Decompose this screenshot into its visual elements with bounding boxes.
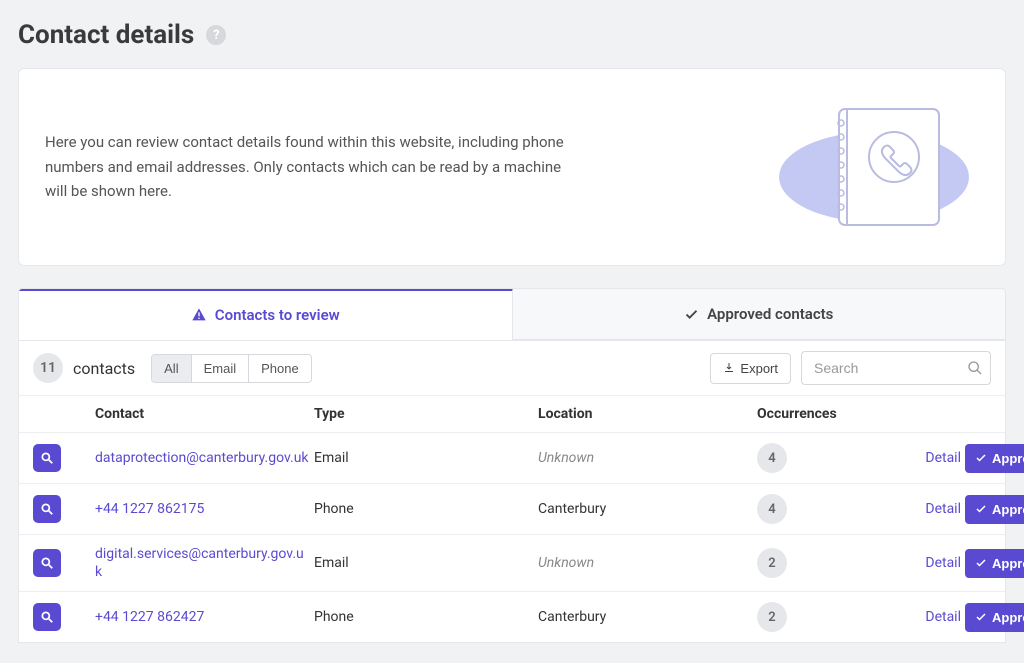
detail-link[interactable]: Detail <box>891 609 961 625</box>
approve-label: Approve <box>992 502 1024 517</box>
contact-book-illustration <box>769 97 979 237</box>
check-icon <box>975 503 987 515</box>
tab-contacts-to-review[interactable]: Contacts to review <box>19 288 513 340</box>
magnifier-icon <box>40 502 54 516</box>
location-cell: Canterbury <box>538 501 753 517</box>
table-row: dataprotection@canterbury.gov.ukEmailUnk… <box>19 432 1005 483</box>
type-cell: Email <box>314 555 534 571</box>
approve-button[interactable]: Approve <box>965 603 1024 632</box>
intro-text: Here you can review contact details foun… <box>45 130 565 204</box>
contact-link[interactable]: digital.services@canterbury.gov.uk <box>95 545 310 581</box>
col-location: Location <box>538 406 753 422</box>
export-button[interactable]: Export <box>710 353 791 384</box>
magnifier-icon <box>40 556 54 570</box>
contacts-label: contacts <box>73 359 135 378</box>
contact-link[interactable]: +44 1227 862427 <box>95 608 310 626</box>
approve-button[interactable]: Approve <box>965 549 1024 578</box>
contact-link[interactable]: dataprotection@canterbury.gov.uk <box>95 449 310 467</box>
occurrences-badge: 4 <box>757 443 787 473</box>
magnifier-icon <box>40 610 54 624</box>
location-cell: Unknown <box>538 555 753 571</box>
detail-link[interactable]: Detail <box>891 501 961 517</box>
contacts-count-badge: 11 <box>33 353 63 383</box>
tab-approved-contacts[interactable]: Approved contacts <box>513 289 1006 340</box>
detail-link[interactable]: Detail <box>891 555 961 571</box>
intro-card: Here you can review contact details foun… <box>18 68 1006 266</box>
check-icon <box>684 307 699 322</box>
approve-button[interactable]: Approve <box>965 444 1024 473</box>
col-type: Type <box>314 406 534 422</box>
location-cell: Canterbury <box>538 609 753 625</box>
approve-label: Approve <box>992 556 1024 571</box>
col-contact: Contact <box>95 406 310 422</box>
tabs: Contacts to review Approved contacts <box>18 288 1006 341</box>
filter-email-button[interactable]: Email <box>192 355 250 382</box>
approve-label: Approve <box>992 610 1024 625</box>
table-row: +44 1227 862175PhoneCanterbury4DetailApp… <box>19 483 1005 534</box>
contact-link[interactable]: +44 1227 862175 <box>95 500 310 518</box>
filter-segmented-control: All Email Phone <box>151 354 312 383</box>
occurrences-badge: 4 <box>757 494 787 524</box>
check-icon <box>975 557 987 569</box>
download-icon <box>723 362 735 374</box>
export-label: Export <box>740 361 778 376</box>
table-row: +44 1227 862427PhoneCanterbury2DetailApp… <box>19 591 1005 642</box>
help-icon[interactable]: ? <box>206 25 226 45</box>
search-input[interactable] <box>801 351 991 385</box>
check-icon <box>975 452 987 464</box>
check-icon <box>975 611 987 623</box>
row-inspect-button[interactable] <box>33 444 61 472</box>
row-inspect-button[interactable] <box>33 549 61 577</box>
page-title: Contact details <box>18 20 194 50</box>
filter-phone-button[interactable]: Phone <box>249 355 311 382</box>
row-inspect-button[interactable] <box>33 603 61 631</box>
type-cell: Phone <box>314 609 534 625</box>
table-header: Contact Type Location Occurrences <box>19 395 1005 432</box>
tab-label: Contacts to review <box>215 306 340 324</box>
row-inspect-button[interactable] <box>33 495 61 523</box>
type-cell: Phone <box>314 501 534 517</box>
detail-link[interactable]: Detail <box>891 450 961 466</box>
occurrences-badge: 2 <box>757 548 787 578</box>
col-occurrences: Occurrences <box>757 406 887 422</box>
approve-label: Approve <box>992 451 1024 466</box>
type-cell: Email <box>314 450 534 466</box>
magnifier-icon <box>40 451 54 465</box>
filter-all-button[interactable]: All <box>152 355 191 382</box>
warning-icon <box>191 307 207 323</box>
approve-button[interactable]: Approve <box>965 495 1024 524</box>
location-cell: Unknown <box>538 450 753 466</box>
search-icon <box>967 360 983 376</box>
occurrences-badge: 2 <box>757 602 787 632</box>
filter-row: 11 contacts All Email Phone Export <box>19 341 1005 395</box>
panel: 11 contacts All Email Phone Export <box>18 341 1006 643</box>
tab-label: Approved contacts <box>707 305 833 323</box>
